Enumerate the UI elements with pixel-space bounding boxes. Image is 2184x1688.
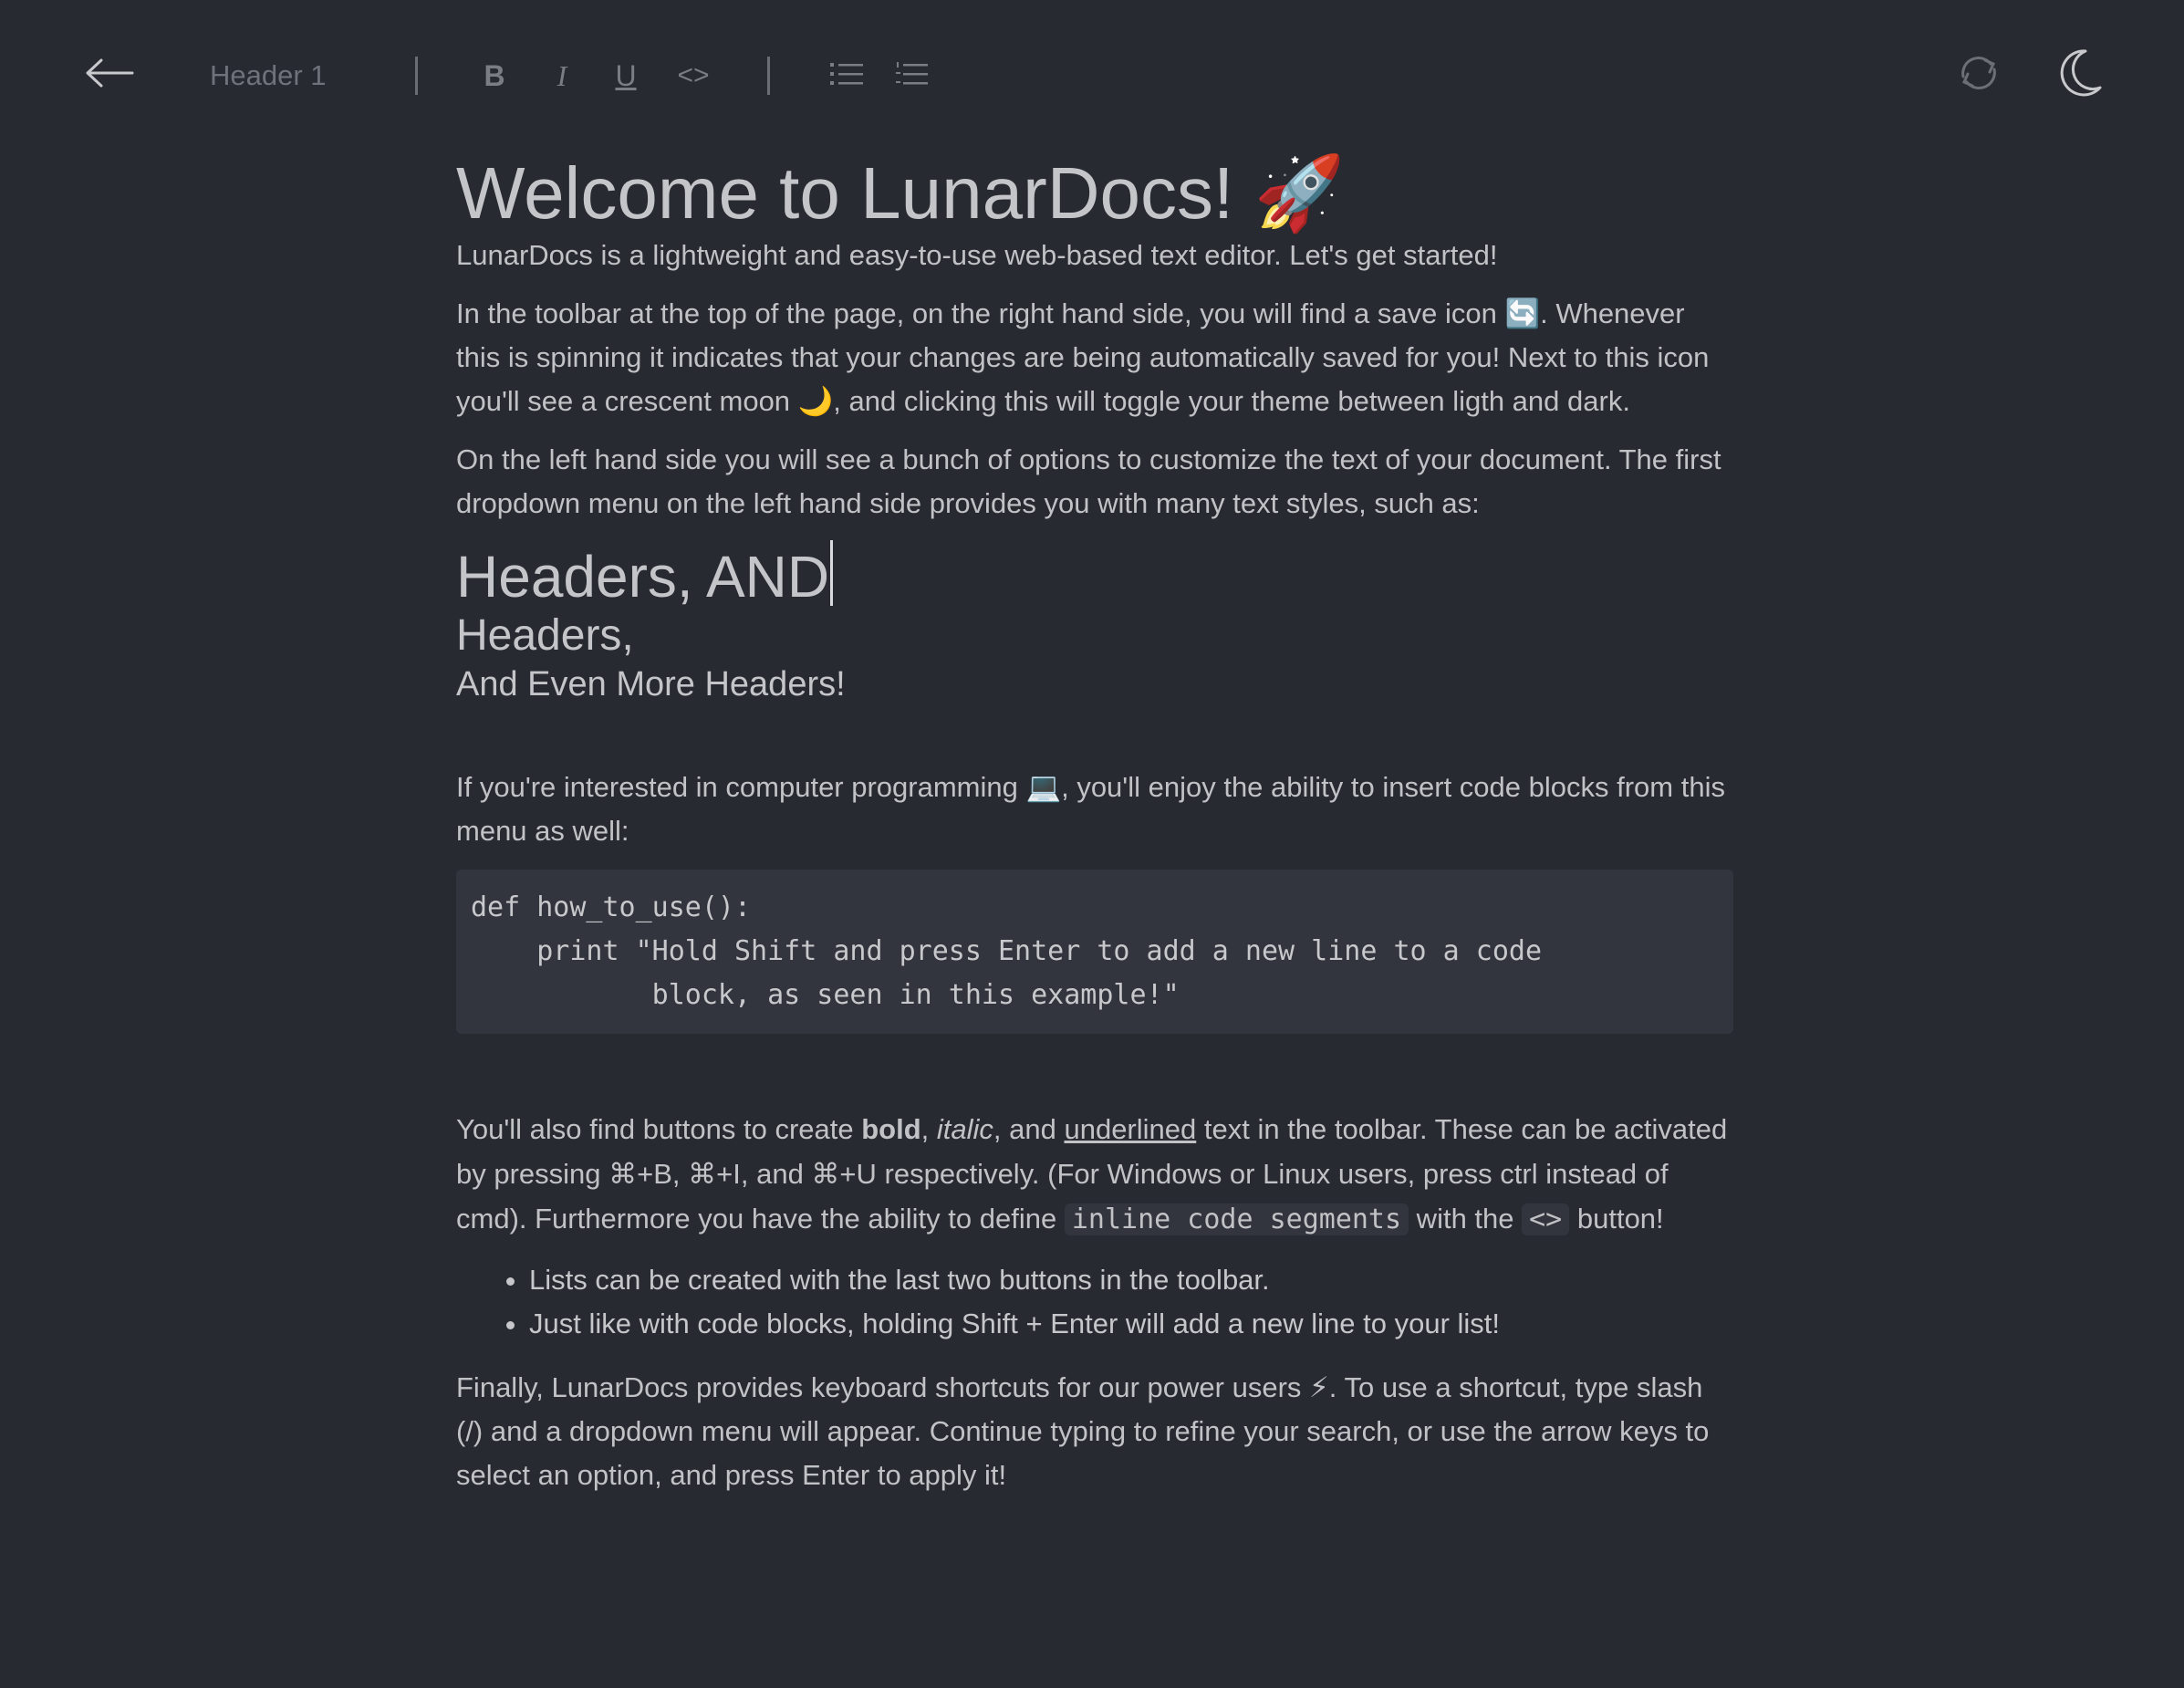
list-item: Just like with code blocks, holding Shif… <box>529 1302 1733 1346</box>
bold-button[interactable]: B <box>474 53 515 99</box>
heading-2: Headers, <box>456 611 634 660</box>
rocket-emoji: 🚀 <box>1253 151 1346 235</box>
arrow-left-icon <box>86 58 134 88</box>
list-item: Lists can be created with the last two b… <box>529 1258 1733 1302</box>
italic-text: italic <box>936 1113 993 1145</box>
numbered-list-icon <box>896 62 928 85</box>
theme-toggle-button[interactable] <box>2054 44 2109 102</box>
back-button[interactable] <box>80 50 139 96</box>
save-sync-button[interactable] <box>1952 47 2005 99</box>
heading-3: And Even More Headers! <box>456 665 846 703</box>
moon-icon <box>2060 49 2102 97</box>
moon-emoji: 🌙 <box>797 385 834 418</box>
laptop-emoji: 💻 <box>1025 771 1062 804</box>
lightning-emoji: ⚡ <box>1309 1371 1329 1404</box>
bulleted-list-button[interactable] <box>826 51 868 97</box>
inline-code-segment: inline code segments <box>1064 1203 1409 1235</box>
heading-1: Headers, AND <box>456 540 1733 610</box>
intro-paragraph: LunarDocs is a lightweight and easy-to-u… <box>456 239 1498 271</box>
toolbar: Header 1 B I U <> <box>0 0 2184 146</box>
toolbar-paragraph: In the toolbar at the top of the page, o… <box>456 297 1710 418</box>
sync-icon <box>1961 57 1996 89</box>
italic-button[interactable]: I <box>542 53 582 99</box>
document-editor[interactable]: Welcome to LunarDocs! 🚀 LunarDocs is a l… <box>456 146 1733 1497</box>
text-cursor <box>830 540 834 606</box>
numbered-list-button[interactable] <box>890 51 932 97</box>
code-block[interactable]: def how_to_use(): print "Hold Shift and … <box>456 870 1733 1034</box>
text-style-dropdown[interactable]: Header 1 <box>210 53 347 99</box>
toolbar-divider <box>415 57 418 95</box>
document-title: Welcome to LunarDocs! 🚀 <box>456 151 1346 235</box>
sync-emoji: 🔄 <box>1504 297 1541 330</box>
underline-button[interactable]: U <box>606 53 646 99</box>
code-paragraph: If you're interested in computer program… <box>456 771 1725 847</box>
toolbar-divider <box>767 57 770 95</box>
bold-text: bold <box>861 1113 921 1145</box>
bullet-list: Lists can be created with the last two b… <box>456 1258 1733 1346</box>
options-paragraph: On the left hand side you will see a bun… <box>456 443 1721 519</box>
bulleted-list-icon <box>830 63 863 85</box>
final-paragraph: Finally, LunarDocs provides keyboard sho… <box>456 1371 1710 1491</box>
inline-code-button[interactable]: <> <box>668 53 719 99</box>
underlined-text: underlined <box>1064 1113 1197 1145</box>
formatting-paragraph: You'll also find buttons to create bold,… <box>456 1113 1728 1235</box>
inline-code-button-sample: <> <box>1522 1203 1570 1235</box>
